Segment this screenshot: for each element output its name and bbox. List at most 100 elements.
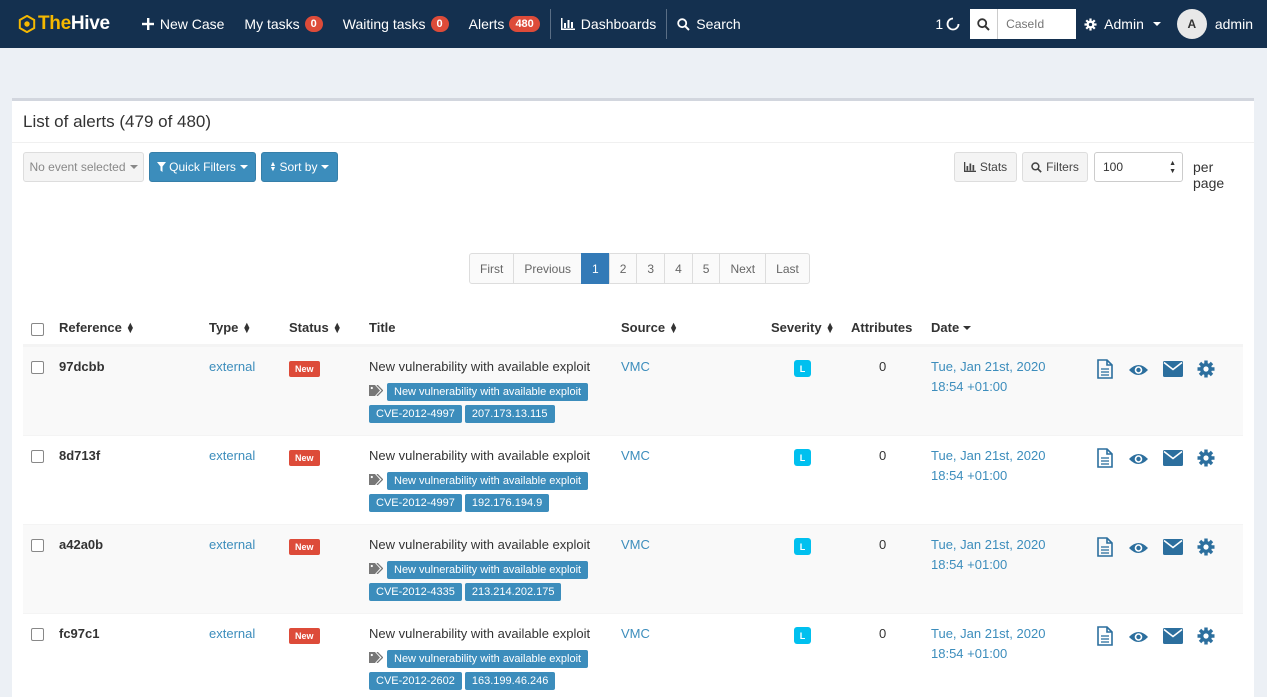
- page-link-4[interactable]: 4: [664, 253, 693, 284]
- alert-type[interactable]: external: [209, 626, 255, 641]
- eye-icon[interactable]: [1128, 630, 1149, 644]
- tag[interactable]: 213.214.202.175: [464, 583, 562, 601]
- sort-icon: ▲ ▼: [125, 319, 135, 335]
- page-link-first[interactable]: First: [469, 253, 515, 284]
- sort-by-button[interactable]: ▲ ▼ Sort by: [261, 152, 338, 182]
- alert-source[interactable]: VMC: [621, 537, 650, 552]
- eye-icon[interactable]: [1128, 452, 1149, 466]
- caseid-search-button[interactable]: [970, 9, 999, 39]
- waiting-tasks-link[interactable]: Waiting tasks 0: [333, 0, 459, 48]
- page-link-5[interactable]: 5: [691, 253, 721, 284]
- top-navbar: The Hive New Case My tasks 0 Waiting task…: [0, 0, 1267, 48]
- eye-icon[interactable]: [1128, 541, 1149, 555]
- page-link-2[interactable]: 2: [608, 253, 638, 284]
- alert-source[interactable]: VMC: [621, 626, 650, 641]
- navbar-right: 1 Admin A admin: [935, 0, 1267, 48]
- tag[interactable]: 192.176.194.9: [464, 494, 550, 512]
- gear-icon[interactable]: [1197, 538, 1215, 556]
- gear-icon[interactable]: [1197, 627, 1215, 645]
- envelope-icon[interactable]: [1163, 450, 1183, 466]
- eye-icon[interactable]: [1128, 363, 1149, 377]
- alert-title[interactable]: New vulnerability with available exploit: [369, 626, 590, 641]
- page-link-1[interactable]: 1: [581, 253, 610, 284]
- gear-icon[interactable]: [1197, 360, 1215, 378]
- envelope-icon[interactable]: [1163, 539, 1183, 555]
- avatar[interactable]: A: [1176, 9, 1207, 39]
- file-icon[interactable]: [1096, 626, 1114, 646]
- file-icon[interactable]: [1096, 537, 1114, 557]
- alert-type[interactable]: external: [209, 359, 255, 374]
- column-source[interactable]: Source ▲ ▼: [621, 320, 678, 335]
- admin-menu-label: Admin: [1104, 16, 1144, 32]
- event-select-button[interactable]: No event selected: [23, 152, 144, 182]
- alerts-link[interactable]: Alerts 480: [459, 0, 550, 48]
- page-link-last[interactable]: Last: [765, 253, 810, 284]
- column-status[interactable]: Status ▲ ▼: [289, 320, 342, 335]
- tag[interactable]: CVE-2012-4997: [369, 405, 462, 423]
- filters-label: Filters: [1046, 160, 1079, 174]
- envelope-icon[interactable]: [1163, 361, 1183, 377]
- tag[interactable]: CVE-2012-4335: [369, 583, 462, 601]
- alert-reference[interactable]: 8d713f: [59, 448, 100, 463]
- sort-by-label: Sort by: [279, 160, 318, 174]
- tag[interactable]: New vulnerability with available exploit: [387, 561, 589, 579]
- tag[interactable]: CVE-2012-4997: [369, 494, 462, 512]
- alert-reference[interactable]: a42a0b: [59, 537, 103, 552]
- search-link[interactable]: Search: [667, 0, 750, 48]
- alert-title[interactable]: New vulnerability with available exploit: [369, 537, 590, 552]
- tag[interactable]: 207.173.13.115: [464, 405, 555, 423]
- alert-date-time: 18:54 +01:00: [931, 646, 1008, 661]
- tag[interactable]: 163.199.46.246: [464, 672, 556, 690]
- alert-type[interactable]: external: [209, 537, 255, 552]
- gear-icon[interactable]: [1197, 449, 1215, 467]
- my-tasks-link[interactable]: My tasks 0: [234, 0, 332, 48]
- file-icon[interactable]: [1096, 448, 1114, 468]
- envelope-icon[interactable]: [1163, 628, 1183, 644]
- alert-source[interactable]: VMC: [621, 448, 650, 463]
- alert-title[interactable]: New vulnerability with available exploit: [369, 359, 590, 374]
- filters-button[interactable]: Filters: [1022, 152, 1088, 182]
- brand-logo[interactable]: The Hive: [18, 13, 110, 35]
- tag[interactable]: New vulnerability with available exploit: [387, 383, 589, 401]
- alert-type[interactable]: external: [209, 448, 255, 463]
- alert-date: Tue, Jan 21st, 2020 18:54 +01:00: [931, 357, 1045, 397]
- column-severity[interactable]: Severity ▲ ▼: [771, 320, 835, 335]
- row-checkbox[interactable]: [31, 450, 44, 466]
- tags-icon: [369, 384, 384, 399]
- alert-tags: New vulnerability with available exploit…: [369, 650, 609, 694]
- column-date[interactable]: Date: [931, 320, 972, 335]
- activity-indicator[interactable]: 1: [935, 16, 960, 32]
- alert-title[interactable]: New vulnerability with available exploit: [369, 448, 590, 463]
- page-link-next[interactable]: Next: [719, 253, 767, 284]
- chevron-down-icon: [129, 165, 138, 169]
- column-reference[interactable]: Reference ▲ ▼: [59, 320, 135, 335]
- admin-menu[interactable]: Admin: [1084, 16, 1161, 32]
- page-size-select[interactable]: 100 ▲ ▼: [1094, 152, 1183, 182]
- row-checkbox[interactable]: [31, 539, 44, 555]
- column-type[interactable]: Type ▲ ▼: [209, 320, 251, 335]
- alert-date: Tue, Jan 21st, 2020 18:54 +01:00: [931, 624, 1045, 664]
- tag[interactable]: New vulnerability with available exploit: [387, 472, 589, 490]
- alert-source[interactable]: VMC: [621, 359, 650, 374]
- alert-date-day: Tue, Jan 21st, 2020: [931, 626, 1046, 641]
- alert-reference[interactable]: 97dcbb: [59, 359, 105, 374]
- dashboards-link[interactable]: Dashboards: [551, 0, 667, 48]
- alert-date: Tue, Jan 21st, 2020 18:54 +01:00: [931, 446, 1045, 486]
- user-name[interactable]: admin: [1215, 16, 1253, 32]
- caseid-input[interactable]: [998, 9, 1077, 39]
- hive-logo-icon: [18, 15, 36, 33]
- new-case-button[interactable]: New Case: [132, 0, 235, 48]
- status-badge: New: [289, 538, 320, 555]
- row-checkbox[interactable]: [31, 628, 44, 644]
- select-all-checkbox[interactable]: [31, 323, 44, 336]
- stats-button[interactable]: Stats: [954, 152, 1017, 182]
- quick-filters-button[interactable]: Quick Filters: [149, 152, 256, 182]
- alert-reference[interactable]: fc97c1: [59, 626, 99, 641]
- row-checkbox[interactable]: [31, 361, 44, 377]
- page-link-previous[interactable]: Previous: [513, 253, 583, 284]
- file-icon[interactable]: [1096, 359, 1114, 379]
- page-title: List of alerts (479 of 480): [12, 101, 1254, 143]
- tag[interactable]: CVE-2012-2602: [369, 672, 462, 690]
- tag[interactable]: New vulnerability with available exploit: [387, 650, 589, 668]
- page-link-3[interactable]: 3: [636, 253, 666, 284]
